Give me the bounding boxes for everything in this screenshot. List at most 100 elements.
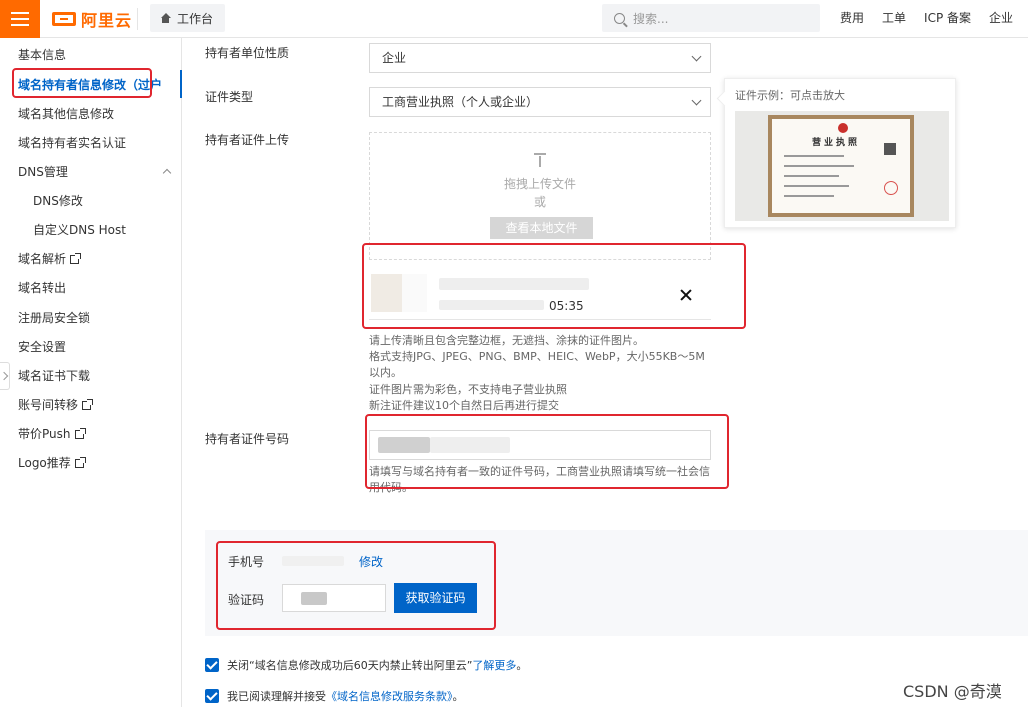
redacted-code [301, 592, 327, 605]
cert-upload-label: 持有者证件上传 [205, 133, 290, 147]
license-title: 营业执照 [812, 138, 861, 148]
holder-type-label: 持有者单位性质 [205, 46, 290, 60]
sidebar-item-registry-lock[interactable]: 注册局安全锁 [18, 308, 90, 328]
sidebar-item-label: DNS修改 [33, 194, 83, 208]
logo-mark-icon [52, 12, 76, 26]
external-link-icon [70, 253, 82, 264]
sidebar-item-dns-manage[interactable]: DNS管理 [18, 162, 68, 182]
sidebar-item-holder-change[interactable]: 域名持有者信息修改（过户 [18, 75, 162, 95]
cert-example-popover: 证件示例：可点击放大 营业执照 [724, 78, 956, 228]
search-input[interactable]: 搜索... [602, 4, 820, 32]
sidebar-item-label: 域名持有者实名认证 [18, 136, 127, 150]
redacted-file-date [439, 300, 544, 310]
license-text-line [784, 185, 849, 187]
emblem-icon [838, 123, 848, 133]
sidebar-item-label: 域名解析 [18, 252, 67, 266]
agreement-line2-text: 我已阅读理解并接受 [227, 690, 326, 703]
sidebar-item-basic-info[interactable]: 基本信息 [18, 45, 66, 65]
top-nav: 费用 工单 ICP 备案 企业 支 [840, 0, 1028, 34]
redacted-cert-number [378, 437, 430, 453]
upload-help-line: 请上传清晰且包含完整边框，无遮挡、涂抹的证件图片。 [369, 334, 644, 347]
agreement-line2-end: 。 [452, 690, 464, 703]
agreement-line1-text: 关闭“域名信息修改成功后60天内禁止转出阿里云” [227, 659, 473, 672]
example-license-image[interactable]: 营业执照 [735, 111, 949, 221]
license-text-line [784, 175, 839, 177]
redacted-file-name [439, 278, 589, 290]
modify-phone-link[interactable]: 修改 [359, 553, 383, 570]
get-code-button[interactable]: 获取验证码 [394, 583, 477, 613]
search-placeholder: 搜索... [633, 11, 669, 26]
sidebar-item-label: 自定义DNS Host [33, 223, 126, 237]
logo-text: 阿里云 [81, 11, 133, 30]
upload-dropzone[interactable]: 拖拽上传文件 或 查看本地文件 [369, 132, 711, 260]
license-text-line [784, 195, 834, 197]
external-link-icon [74, 457, 86, 468]
verification-panel [205, 530, 1028, 636]
chevron-down-icon [691, 51, 702, 62]
upload-hint-drag: 拖拽上传文件 [503, 177, 576, 191]
upload-help-line: 以内。 [369, 366, 402, 379]
cert-type-select[interactable]: 工商营业执照（个人或企业） [369, 87, 711, 117]
nav-link-billing[interactable]: 费用 [840, 9, 864, 26]
example-title: 证件示例：可点击放大 [735, 89, 845, 102]
nav-link-tickets[interactable]: 工单 [882, 9, 906, 26]
checkbox-checked[interactable] [205, 658, 219, 672]
nav-link-enterprise[interactable]: 企业 [989, 9, 1013, 26]
cert-number-label: 持有者证件号码 [205, 432, 290, 446]
sidebar-item-other-info[interactable]: 域名其他信息修改 [18, 104, 114, 124]
chevron-up-icon[interactable] [162, 168, 172, 178]
external-link-icon [82, 399, 94, 410]
redacted-phone [282, 556, 344, 566]
holder-type-select[interactable]: 企业 [369, 43, 711, 73]
sidebar-item-transfer-out[interactable]: 域名转出 [18, 278, 66, 298]
active-indicator [180, 70, 182, 98]
checkbox-checked[interactable] [205, 689, 219, 703]
sidebar-item-logo[interactable]: Logo推荐 [18, 453, 86, 473]
sidebar-item-label: 基本信息 [18, 48, 67, 62]
license-text-line [784, 165, 854, 167]
cert-type-label: 证件类型 [205, 90, 254, 104]
phone-label: 手机号 [228, 555, 265, 569]
cert-number-help-line: 用代码。 [369, 481, 413, 494]
sidebar-item-dns-modify[interactable]: DNS修改 [33, 191, 83, 211]
sidebar-item-label: 域名持有者信息修改（过户 [18, 78, 163, 92]
sidebar-item-label: 域名其他信息修改 [18, 107, 115, 121]
workbench-button[interactable]: 工作台 [150, 4, 226, 32]
sidebar-item-label: 域名证书下载 [18, 369, 91, 383]
sidebar-item-account-transfer[interactable]: 账号间转移 [18, 395, 94, 415]
sidebar-item-dns-resolve[interactable]: 域名解析 [18, 249, 82, 269]
nav-link-icp[interactable]: ICP 备案 [924, 9, 971, 26]
sidebar-collapse-handle[interactable] [0, 362, 10, 390]
sidebar-item-label: 域名转出 [18, 281, 67, 295]
sidebar-item-dns-host[interactable]: 自定义DNS Host [33, 220, 126, 240]
sidebar: 基本信息 域名持有者信息修改（过户 域名其他信息修改 域名持有者实名认证 DNS… [0, 38, 182, 707]
aliyun-logo[interactable]: 阿里云 [52, 8, 132, 30]
external-link-icon [74, 428, 86, 439]
file-upload-time: 05:35 [549, 299, 584, 313]
agreement-text: 我已阅读理解并接受《域名信息修改服务条款》。 [227, 688, 464, 704]
agreement-terms: 我已阅读理解并接受《域名信息修改服务条款》。 [205, 688, 464, 704]
agreement-transfer-lock: 关闭“域名信息修改成功后60天内禁止转出阿里云”了解更多。 [205, 657, 527, 673]
license-frame: 营业执照 [768, 115, 914, 217]
redacted-cert-number [430, 437, 510, 453]
sidebar-item-push[interactable]: 带价Push [18, 424, 86, 444]
chevron-down-icon [691, 95, 702, 106]
file-thumbnail [371, 274, 427, 312]
upload-help-line: 新注证件建议10个自然日后再进行提交 [369, 399, 559, 412]
search-icon [614, 12, 625, 24]
sidebar-item-security[interactable]: 安全设置 [18, 337, 66, 357]
verification-code-input[interactable] [282, 584, 386, 612]
service-terms-link[interactable]: 《域名信息修改服务条款》 [326, 690, 453, 703]
cert-number-input[interactable] [369, 430, 711, 460]
sidebar-item-label: DNS管理 [18, 165, 68, 179]
browse-local-file-button[interactable]: 查看本地文件 [490, 217, 593, 239]
close-icon[interactable] [680, 289, 692, 301]
sidebar-item-label: 安全设置 [18, 340, 67, 354]
menu-icon[interactable] [0, 0, 40, 38]
sidebar-item-real-name[interactable]: 域名持有者实名认证 [18, 133, 126, 153]
learn-more-link[interactable]: 了解更多 [472, 659, 516, 672]
code-label: 验证码 [228, 593, 265, 607]
cert-type-value: 工商营业执照（个人或企业） [382, 95, 539, 109]
sidebar-item-cert-download[interactable]: 域名证书下载 [18, 366, 90, 386]
watermark: CSDN @奇漠 [903, 682, 1002, 701]
